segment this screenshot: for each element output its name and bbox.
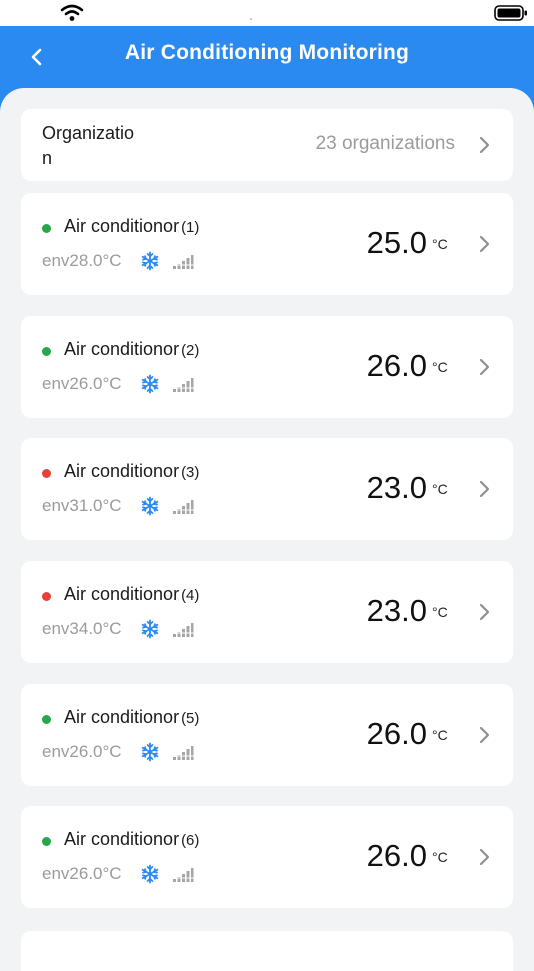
status-dot bbox=[42, 224, 51, 233]
device-name: Air conditionor (2) bbox=[64, 339, 199, 360]
signal-icon bbox=[172, 378, 194, 392]
device-name: Air conditionor (6) bbox=[64, 829, 199, 850]
device-card[interactable]: Air conditionor (5) env26.0°C 26.0 °C bbox=[21, 684, 513, 786]
temperature-unit: °C bbox=[432, 236, 448, 252]
device-name-text: Air conditionor bbox=[64, 461, 180, 481]
device-card[interactable]: Air conditionor (2) env26.0°C 26.0 °C bbox=[21, 316, 513, 418]
signal-icon bbox=[172, 500, 194, 514]
snowflake-icon bbox=[141, 742, 159, 762]
device-index: (3) bbox=[181, 464, 200, 481]
status-indicator-dot bbox=[250, 18, 252, 20]
organization-selector[interactable]: Organizatio n 23 organizations bbox=[21, 109, 513, 181]
signal-icon bbox=[172, 746, 194, 760]
set-temperature: 26.0 bbox=[366, 838, 427, 873]
chevron-right-icon bbox=[479, 848, 490, 866]
device-card-partial[interactable] bbox=[21, 931, 513, 971]
status-dot bbox=[42, 469, 51, 478]
wifi-icon bbox=[60, 4, 84, 21]
chevron-right-icon bbox=[479, 726, 490, 744]
chevron-right-icon bbox=[479, 480, 490, 498]
temperature-unit: °C bbox=[432, 481, 448, 497]
device-index: (1) bbox=[181, 219, 200, 236]
status-dot bbox=[42, 347, 51, 356]
page-title: Air Conditioning Monitoring bbox=[124, 41, 410, 64]
snowflake-icon bbox=[141, 496, 159, 516]
snowflake-icon bbox=[141, 374, 159, 394]
temperature-unit: °C bbox=[432, 849, 448, 865]
device-index: (2) bbox=[181, 342, 200, 359]
status-bar bbox=[0, 0, 534, 26]
device-name: Air conditionor (5) bbox=[64, 707, 199, 728]
snowflake-icon bbox=[141, 619, 159, 639]
snowflake-icon bbox=[141, 251, 159, 271]
device-card[interactable]: Air conditionor (1) env28.0°C 25.0 °C bbox=[21, 193, 513, 295]
environment-temperature: env31.0°C bbox=[42, 496, 122, 515]
chevron-right-icon bbox=[479, 235, 490, 253]
environment-temperature: env34.0°C bbox=[42, 619, 122, 638]
status-dot bbox=[42, 592, 51, 601]
device-name: Air conditionor (4) bbox=[64, 584, 199, 605]
chevron-right-icon bbox=[479, 136, 490, 154]
device-index: (4) bbox=[181, 587, 200, 604]
device-card[interactable]: Air conditionor (3) env31.0°C 23.0 °C bbox=[21, 438, 513, 540]
signal-icon bbox=[172, 255, 194, 269]
battery-icon bbox=[494, 5, 527, 21]
set-temperature: 23.0 bbox=[366, 593, 427, 628]
organization-label: Organizatio n bbox=[42, 123, 135, 168]
signal-icon bbox=[172, 868, 194, 882]
device-name: Air conditionor (1) bbox=[64, 216, 199, 237]
chevron-right-icon bbox=[479, 358, 490, 376]
set-temperature: 25.0 bbox=[366, 225, 427, 260]
environment-temperature: env26.0°C bbox=[42, 374, 122, 393]
signal-icon bbox=[172, 623, 194, 637]
temperature-unit: °C bbox=[432, 359, 448, 375]
set-temperature: 26.0 bbox=[366, 716, 427, 751]
set-temperature: 26.0 bbox=[366, 348, 427, 383]
chevron-right-icon bbox=[479, 603, 490, 621]
environment-temperature: env26.0°C bbox=[42, 742, 122, 761]
device-index: (5) bbox=[181, 710, 200, 727]
device-card[interactable]: Air conditionor (6) env26.0°C 26.0 °C bbox=[21, 806, 513, 908]
device-name-text: Air conditionor bbox=[64, 707, 180, 727]
device-name-text: Air conditionor bbox=[64, 584, 180, 604]
device-name-text: Air conditionor bbox=[64, 829, 180, 849]
snowflake-icon bbox=[141, 864, 159, 884]
status-dot bbox=[42, 715, 51, 724]
device-name-text: Air conditionor bbox=[64, 216, 180, 236]
environment-temperature: env28.0°C bbox=[42, 251, 122, 270]
temperature-unit: °C bbox=[432, 727, 448, 743]
status-dot bbox=[42, 837, 51, 846]
device-name-text: Air conditionor bbox=[64, 339, 180, 359]
environment-temperature: env26.0°C bbox=[42, 864, 122, 883]
set-temperature: 23.0 bbox=[366, 470, 427, 505]
device-index: (6) bbox=[181, 832, 200, 849]
organization-count: 23 organizations bbox=[315, 133, 455, 154]
device-card[interactable]: Air conditionor (4) env34.0°C 23.0 °C bbox=[21, 561, 513, 663]
device-name: Air conditionor (3) bbox=[64, 461, 199, 482]
temperature-unit: °C bbox=[432, 604, 448, 620]
content-area: Organizatio n 23 organizations Air condi… bbox=[0, 88, 534, 971]
